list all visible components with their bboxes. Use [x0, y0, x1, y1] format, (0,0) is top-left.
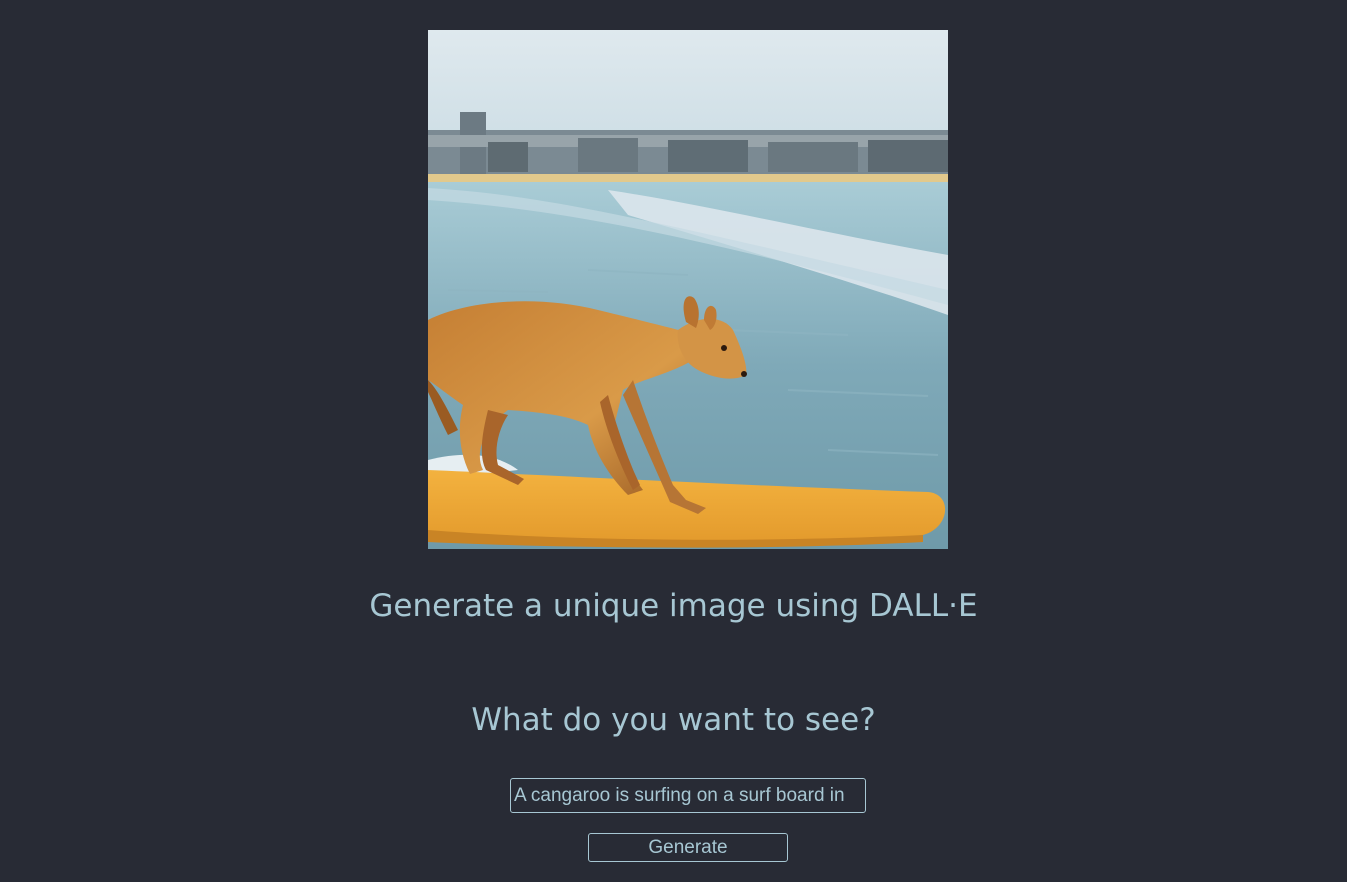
page: Generate a unique image using DALL·E Wha…: [0, 0, 1347, 882]
generated-image-illustration: [428, 30, 948, 549]
generated-image: [428, 30, 948, 549]
prompt-heading: What do you want to see?: [471, 702, 876, 738]
page-title: Generate a unique image using DALL·E: [369, 588, 978, 624]
prompt-input[interactable]: [510, 778, 866, 813]
generate-button[interactable]: Generate: [588, 833, 788, 862]
